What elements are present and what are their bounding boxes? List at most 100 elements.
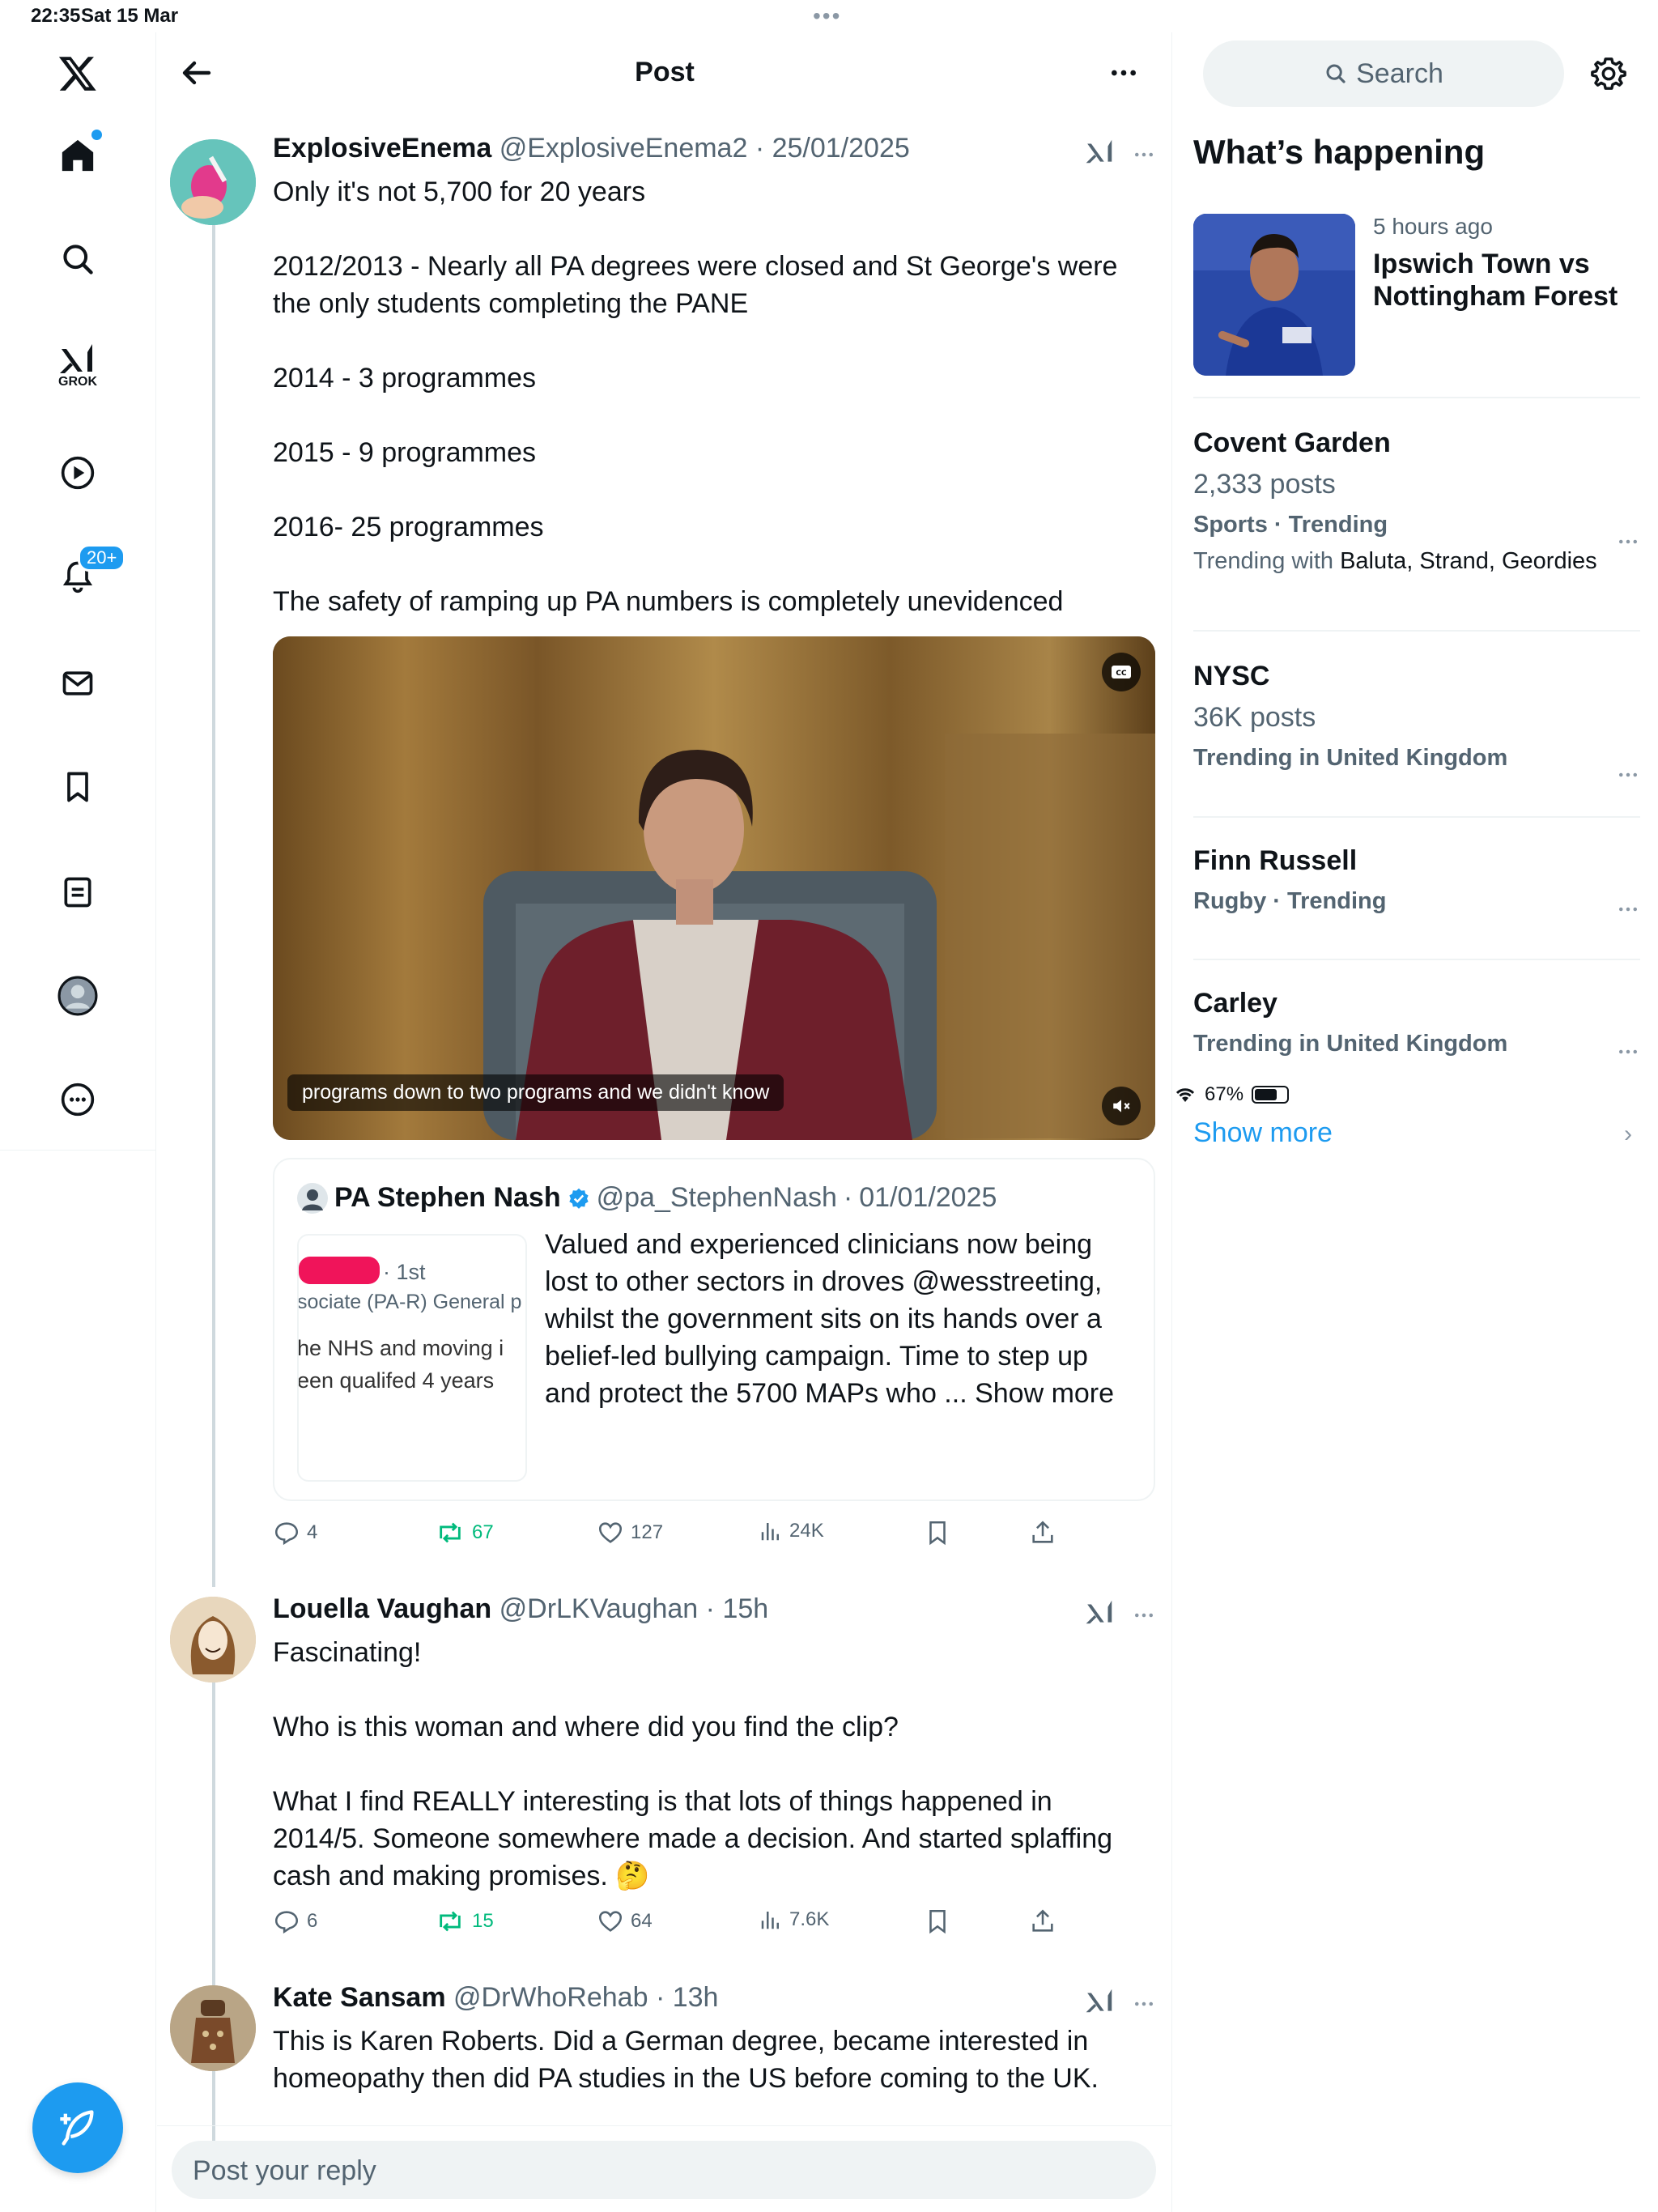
reply-post[interactable]: Kate Sansam @DrWhoRehab · 13h This is Ka… [157,1982,1172,2120]
bookmarks-nav-icon[interactable] [45,755,110,819]
closed-captions-button[interactable]: CC [1102,653,1141,691]
avatar-image [170,139,256,225]
trend-with: Trending with Baluta, Strand, Geordies [1193,548,1640,575]
messages-nav-icon[interactable] [45,651,110,716]
status-bar: 22:35 Sat 15 Mar ••• 67% [0,0,1658,1105]
bookmark-button[interactable] [924,1519,951,1546]
author-name[interactable]: Kate Sansam [273,1982,446,2013]
views-count: 24K [789,1520,824,1542]
more-options-icon[interactable] [1107,57,1140,89]
like-button[interactable]: 127 [597,1519,663,1546]
gear-icon[interactable] [1590,55,1627,92]
notifications-nav[interactable]: 20+ [45,544,126,609]
avatar-image [170,1985,256,2071]
divider [1193,959,1640,960]
search-placeholder: Search [1356,57,1443,89]
trend-more-icon[interactable] [1616,530,1640,554]
post-line: Fascinating! [273,1637,422,1668]
lists-nav-icon[interactable] [45,860,110,925]
trend-item[interactable]: NYSC 36K posts Trending in United Kingdo… [1193,661,1640,777]
post-meta: Louella Vaughan @DrLKVaughan · 15h [273,1593,769,1624]
show-more-link[interactable]: Show more › [1193,1117,1640,1149]
news-title[interactable]: Ipswich Town vs Nottingham Forest [1373,248,1640,313]
post-actions: 4 67 127 24K [273,1519,1082,1551]
repost-button[interactable]: 67 [435,1519,494,1546]
author-handle[interactable]: @DrLKVaughan [500,1593,699,1624]
search-input[interactable]: Search [1203,40,1564,107]
trend-more-icon[interactable] [1616,1040,1640,1064]
trend-item[interactable]: Covent Garden 2,333 posts Sports · Trend… [1193,428,1640,575]
reply-button[interactable]: 6 [273,1908,317,1935]
reply-input[interactable]: Post your reply [172,2141,1156,2199]
share-icon [1032,1909,1053,1932]
views-button[interactable]: 7.6K [759,1908,829,1932]
cc-icon: CC [1112,666,1131,678]
profile-nav-icon[interactable] [45,963,110,1028]
grok-nav[interactable]: GROK [45,334,110,398]
author-name[interactable]: ExplosiveEnema [273,133,491,164]
grok-icon[interactable] [1085,1987,1116,2014]
news-thumbnail[interactable] [1193,214,1355,376]
share-button[interactable] [1029,1519,1056,1546]
trend-context: Trending in United Kingdom [1193,745,1508,771]
quote-author-handle[interactable]: @pa_StephenNash [597,1182,837,1214]
more-nav-icon[interactable] [45,1067,110,1132]
redaction-scribble [299,1257,380,1284]
post-more-icon[interactable] [1132,1992,1156,2016]
trend-item[interactable]: Carley Trending in United Kingdom [1193,988,1640,1057]
post-time[interactable]: 13h [673,1982,719,2013]
share-button[interactable] [1029,1908,1056,1935]
trend-item[interactable]: Finn Russell Rugby · Trending [1193,845,1640,915]
author-handle[interactable]: @ExplosiveEnema2 [500,133,748,164]
trend-context: Sports · Trending [1193,512,1388,538]
search-nav-icon[interactable] [45,227,110,291]
trend-with-terms[interactable]: Baluta, Strand, Geordies [1340,548,1597,574]
video-player[interactable]: programs down to two programs and we did… [273,636,1155,1140]
post-line: 2014 - 3 programmes [273,363,537,393]
quote-avatar-icon[interactable] [297,1182,328,1214]
quote-date[interactable]: 01/01/2025 [859,1182,997,1214]
trend-more-icon[interactable] [1616,763,1640,787]
video-nav-icon[interactable] [45,440,110,505]
divider [1193,397,1640,398]
repost-count: 15 [472,1910,494,1932]
author-name[interactable]: Louella Vaughan [273,1593,491,1624]
multitasking-dots-icon[interactable]: ••• [813,3,841,29]
post-more-icon[interactable] [1132,143,1156,167]
chevron-right-icon: › [1624,1121,1632,1147]
post-more-icon[interactable] [1132,1603,1156,1627]
heart-icon [598,1911,623,1932]
avatar[interactable] [170,139,256,225]
like-button[interactable]: 64 [597,1908,653,1935]
reply-button[interactable]: 4 [273,1519,317,1546]
post-date[interactable]: 25/01/2025 [772,133,910,164]
trend-context: Rugby · Trending [1193,888,1387,914]
trend-more-icon[interactable] [1616,897,1640,921]
trend-with-label: Trending with [1193,548,1334,574]
home-icon[interactable] [45,123,110,188]
like-count: 127 [631,1521,664,1543]
avatar[interactable] [170,1597,256,1682]
grok-icon[interactable] [1085,1598,1116,1626]
mute-button[interactable] [1102,1087,1141,1125]
bookmark-button[interactable] [924,1908,951,1935]
quote-image[interactable]: · 1st sociate (PA-R) General p he NHS an… [297,1234,527,1482]
reply-icon [274,1522,299,1546]
post-time[interactable]: 15h [722,1593,768,1624]
author-handle[interactable]: @DrWhoRehab [453,1982,648,2013]
compose-post-button[interactable] [32,2082,123,2173]
x-logo-icon[interactable] [45,40,110,105]
notifications-badge: 20+ [78,544,126,572]
heart-icon [598,1522,623,1543]
avatar[interactable] [170,1985,256,2071]
trend-count: 36K posts [1193,702,1316,733]
repost-button[interactable]: 15 [435,1908,494,1935]
trend-context: Trending in United Kingdom [1193,1031,1508,1057]
quoted-post[interactable]: PA Stephen Nash @pa_StephenNash · 01/01/… [273,1158,1155,1501]
reply-count: 4 [307,1521,318,1543]
repost-icon [440,1522,461,1543]
like-count: 64 [631,1910,653,1932]
grok-icon[interactable] [1085,138,1116,165]
views-button[interactable]: 24K [759,1519,824,1543]
quote-author-name[interactable]: PA Stephen Nash [334,1182,561,1214]
